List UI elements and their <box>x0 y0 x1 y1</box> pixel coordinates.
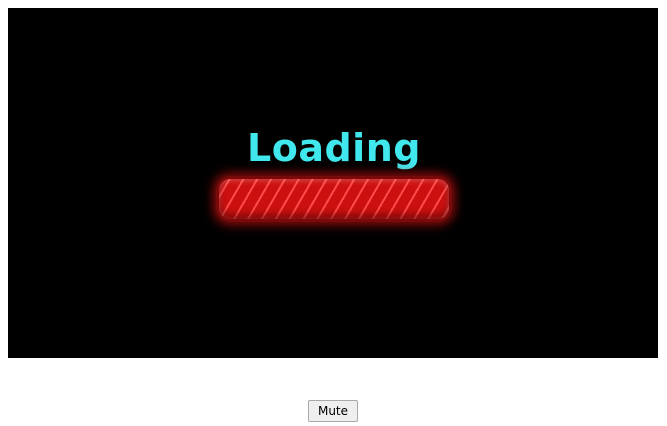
game-canvas[interactable]: Loading <box>8 8 658 358</box>
loading-title: Loading <box>247 126 421 170</box>
progress-bar <box>216 176 452 222</box>
progress-bar-fill <box>219 179 449 219</box>
mute-button[interactable]: Mute <box>308 400 358 422</box>
